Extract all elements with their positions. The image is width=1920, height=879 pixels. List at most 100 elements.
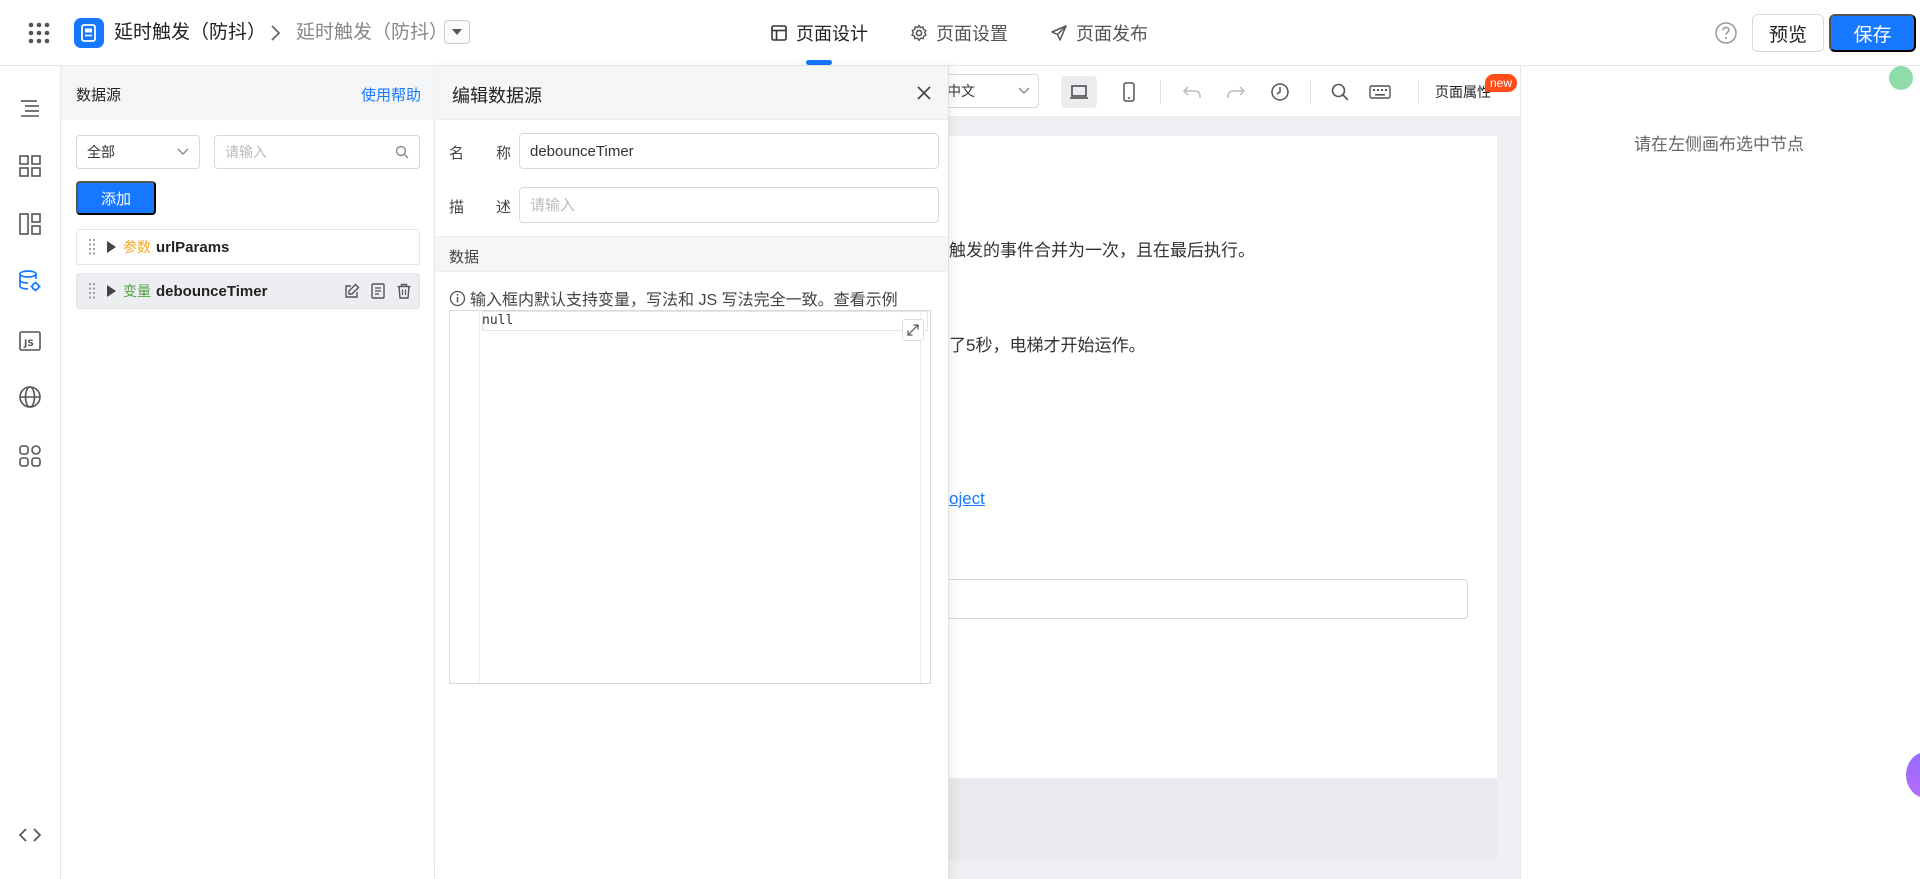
datasource-item-urlparams[interactable]: 参数 urlParams — [76, 229, 420, 265]
type-filter-select[interactable]: 全部 — [76, 135, 200, 169]
datasource-item-debouncetimer[interactable]: 变量 debounceTimer — [76, 273, 420, 309]
layout-icon — [771, 25, 787, 41]
data-hint: 输入框内默认支持变量，写法和 JS 写法完全一致。查看示例 — [449, 286, 944, 310]
code-line[interactable]: null — [482, 313, 513, 328]
expand-icon — [907, 324, 919, 336]
language-value: 中文 — [947, 83, 975, 99]
expand-caret-icon[interactable] — [107, 241, 116, 253]
page-dropdown-button[interactable] — [444, 20, 470, 44]
type-filter-value: 全部 — [87, 144, 115, 160]
mobile-view-button[interactable] — [1111, 76, 1147, 108]
gear-icon — [911, 24, 927, 42]
drag-handle-icon[interactable] — [87, 237, 97, 257]
edit-panel-header: 编辑数据源 — [435, 66, 948, 120]
chevron-down-icon — [177, 148, 189, 155]
type-tag: 变量 — [123, 283, 151, 299]
clock-icon — [1271, 83, 1289, 101]
status-dot — [1889, 66, 1913, 90]
name-field[interactable] — [519, 133, 939, 169]
redo-icon — [1227, 86, 1246, 98]
chevron-right-icon — [266, 22, 284, 44]
datasource-item-name: debounceTimer — [156, 282, 268, 300]
desc-label-first: 描 — [449, 199, 465, 216]
canvas-footer — [949, 778, 1497, 860]
desktop-view-button[interactable] — [1061, 76, 1097, 108]
search-icon[interactable] — [395, 145, 409, 159]
name-label-first: 名 — [449, 145, 465, 162]
send-icon — [1051, 25, 1067, 41]
top-bar: 延时触发（防抖） 延时触发（防抖） 页面设计 页面设置 页面发布 预览 保存 — [0, 0, 1920, 66]
mobile-icon — [1123, 82, 1135, 102]
edit-icon[interactable] — [343, 282, 361, 300]
left-icon-rail: JS — [0, 66, 61, 879]
datasource-search-input[interactable] — [225, 144, 375, 160]
trash-icon[interactable] — [395, 282, 413, 300]
expand-caret-icon[interactable] — [107, 285, 116, 297]
tab-page-settings[interactable]: 页面设置 — [910, 18, 1008, 48]
desc-label-second: 述 — [496, 199, 512, 216]
close-icon[interactable] — [913, 82, 935, 104]
help-icon[interactable] — [1714, 21, 1738, 45]
name-label-second: 称 — [496, 145, 512, 162]
toolbar-divider — [1418, 80, 1419, 104]
help-link[interactable]: 使用帮助 — [361, 84, 421, 105]
components-icon[interactable] — [17, 153, 43, 179]
datasource-search — [214, 135, 420, 169]
datasource-title: 数据源 — [76, 87, 122, 104]
code-icon[interactable] — [17, 822, 43, 848]
drag-handle-icon[interactable] — [87, 281, 97, 301]
page-properties-button[interactable]: 页面属性 — [1435, 82, 1491, 102]
new-badge: new — [1485, 74, 1518, 92]
description-field[interactable] — [519, 187, 939, 223]
history-button[interactable] — [1262, 76, 1298, 108]
properties-panel: 请在左侧画布选中节点 — [1520, 66, 1920, 879]
canvas-input-component[interactable] — [949, 579, 1468, 619]
code-scrollbar[interactable] — [920, 311, 930, 683]
apps-icon[interactable] — [17, 443, 43, 469]
shortcuts-button[interactable] — [1362, 76, 1398, 108]
edit-datasource-panel: 编辑数据源 名 称 描 述 数据 输入框内默认支持变量，写法和 JS 写法完全一… — [435, 66, 949, 879]
type-tag: 参数 — [123, 239, 151, 255]
js-icon[interactable]: JS — [17, 328, 43, 354]
tab-label: 页面设计 — [796, 24, 868, 44]
tab-label: 页面设置 — [936, 24, 1008, 44]
toolbar-divider — [1160, 80, 1161, 104]
app-title[interactable]: 延时触发（防抖） — [114, 21, 266, 45]
code-gutter — [450, 311, 480, 683]
save-button[interactable]: 保存 — [1829, 14, 1916, 52]
copy-icon[interactable] — [369, 282, 387, 300]
outline-tree-icon[interactable] — [17, 96, 43, 122]
expand-editor-button[interactable] — [902, 319, 924, 341]
language-select[interactable]: 中文 — [946, 74, 1039, 108]
app-grid-icon[interactable] — [26, 20, 52, 46]
data-hint-text: 输入框内默认支持变量，写法和 JS 写法完全一致。查看示例 — [470, 292, 898, 309]
redo-button[interactable] — [1218, 76, 1254, 108]
datasource-item-name: urlParams — [156, 238, 230, 256]
preview-button[interactable]: 预览 — [1752, 14, 1824, 52]
datasource-icon[interactable] — [17, 268, 43, 294]
tab-label: 页面发布 — [1076, 24, 1148, 44]
add-datasource-button[interactable]: 添加 — [76, 181, 156, 215]
breadcrumb-page[interactable]: 延时触发（防抖） — [296, 21, 448, 45]
caret-down-icon — [452, 29, 462, 35]
svg-text:JS: JS — [23, 339, 34, 349]
row-actions — [343, 282, 413, 300]
layout-panel-icon[interactable] — [17, 211, 43, 237]
canvas-link[interactable]: oject — [949, 489, 985, 509]
tab-page-design[interactable]: 页面设计 — [770, 18, 868, 48]
app-logo-icon — [74, 18, 104, 48]
info-icon — [449, 290, 466, 306]
datasource-panel: 数据源 使用帮助 全部 添加 参数 urlParams 变量 debounceT… — [61, 66, 435, 879]
canvas-text-block[interactable]: 了5秒，电梯才开始运作。 — [949, 331, 1145, 356]
active-tab-indicator — [806, 60, 832, 65]
globe-icon[interactable] — [17, 384, 43, 410]
laptop-icon — [1070, 85, 1088, 99]
data-section-header: 数据 — [435, 236, 948, 272]
canvas-text-block[interactable]: 触发的事件合并为一次，且在最后执行。 — [949, 236, 1255, 261]
tab-page-publish[interactable]: 页面发布 — [1050, 18, 1148, 48]
search-canvas-button[interactable] — [1322, 76, 1358, 108]
canvas-page[interactable] — [949, 136, 1497, 778]
undo-button[interactable] — [1174, 76, 1210, 108]
edit-panel-title: 编辑数据源 — [452, 86, 542, 106]
code-editor[interactable]: null — [449, 310, 931, 684]
